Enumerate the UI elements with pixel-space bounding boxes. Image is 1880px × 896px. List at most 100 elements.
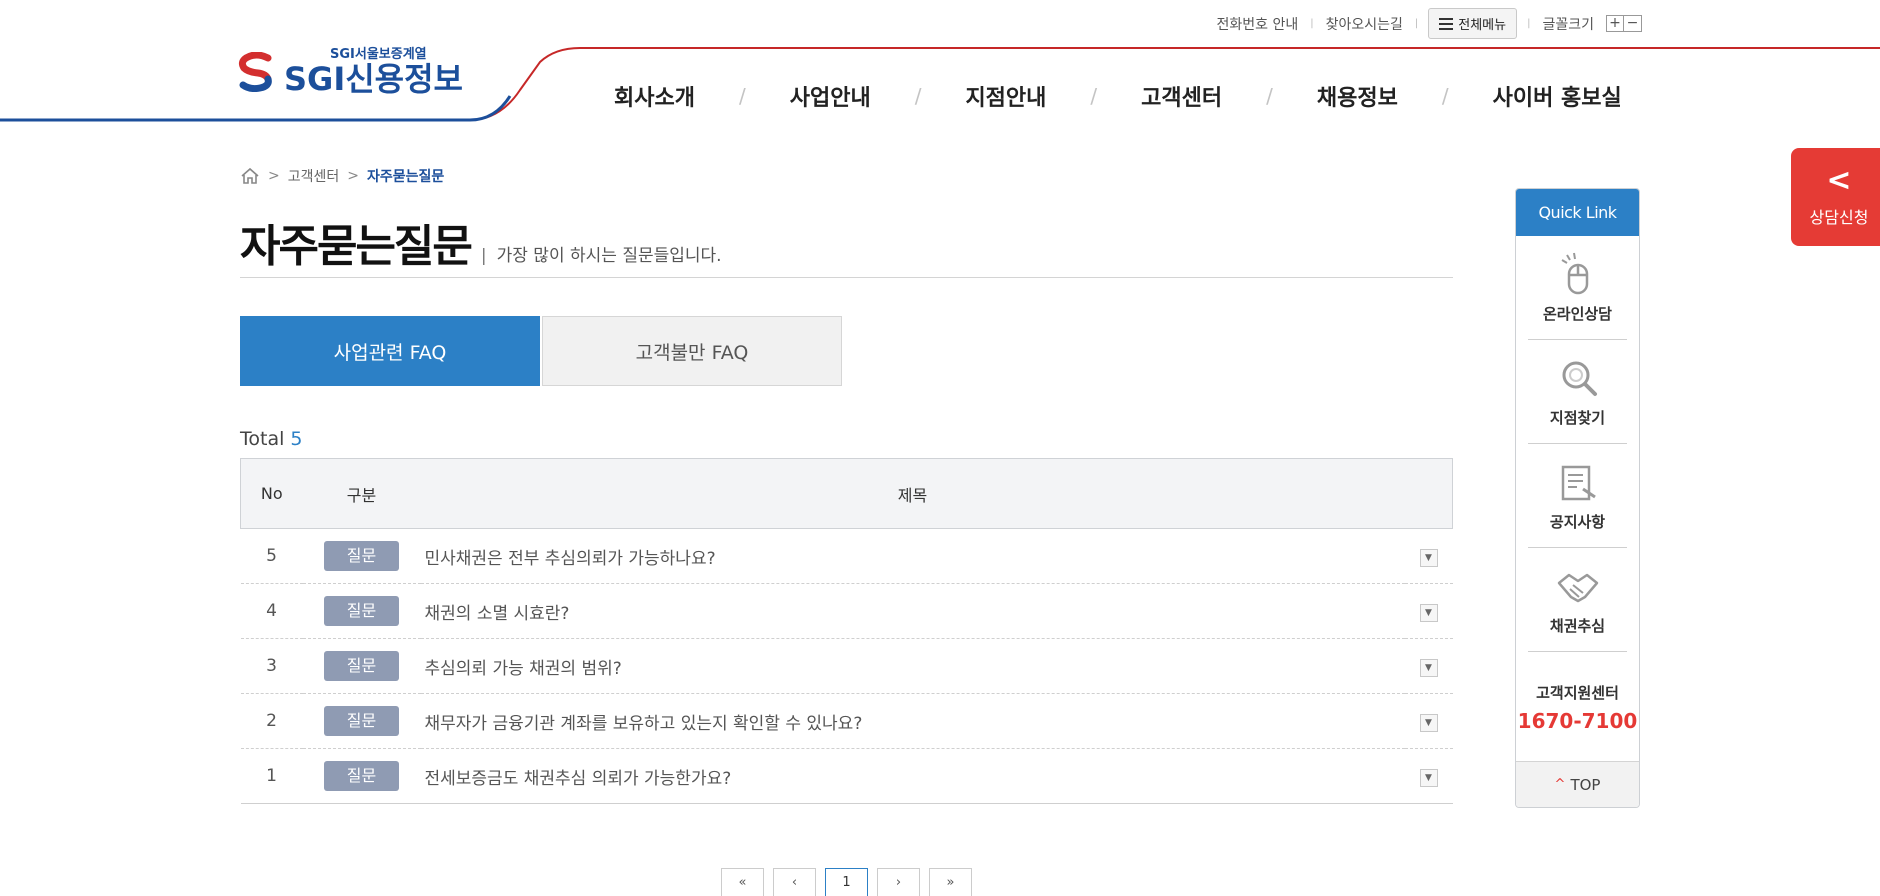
nav-separator: / — [738, 84, 746, 108]
row-title[interactable]: 추심의뢰 가능 채권의 범위? — [420, 638, 1405, 694]
magnifier-icon — [1562, 361, 1597, 396]
tab-business-faq[interactable]: 사업관련 FAQ — [240, 316, 540, 386]
hamburger-icon — [1439, 17, 1454, 30]
all-menu-label: 전체메뉴 — [1458, 18, 1507, 33]
category-badge: 질문 — [324, 541, 399, 571]
logo-main-text: 신용정보 — [345, 60, 463, 98]
header-arrow — [1404, 458, 1453, 529]
quick-link-label: 지점찾기 — [1549, 409, 1606, 427]
sgi-logo-icon — [238, 51, 272, 92]
header-no: No — [240, 458, 303, 529]
directions-link[interactable]: 찾아오시는길 — [1314, 14, 1415, 34]
page-title: 자주묻는질문 — [240, 221, 473, 272]
header-title: 제목 — [420, 458, 1405, 529]
row-title[interactable]: 채무자가 금융기관 계좌를 보유하고 있는지 확인할 수 있나요? — [420, 693, 1405, 749]
nav-company[interactable]: 회사소개 — [614, 80, 695, 112]
breadcrumb-customer-center[interactable]: 고객센터 — [288, 166, 340, 186]
table-row[interactable]: 3 질문 추심의뢰 가능 채권의 범위? ▼ — [240, 638, 1453, 694]
row-no: 4 — [240, 583, 303, 639]
font-size-control: + − — [1606, 15, 1642, 32]
page-last-button[interactable]: » — [929, 868, 972, 896]
nav-separator: / — [914, 84, 922, 108]
scroll-top-button[interactable]: ^ TOP — [1516, 761, 1639, 807]
nav-pr-room[interactable]: 사이버 홍보실 — [1493, 80, 1622, 112]
nav-business[interactable]: 사업안내 — [790, 80, 871, 112]
mouse-icon — [1560, 252, 1588, 295]
quick-find-branch[interactable]: 지점찾기 — [1528, 340, 1627, 444]
nav-separator: / — [1266, 84, 1273, 108]
title-divider: | — [480, 246, 487, 266]
page-header: 자주묻는질문 | 가장 많이 하시는 질문들입니다. — [240, 210, 1453, 278]
faq-tabs: 사업관련 FAQ 고객불만 FAQ — [240, 316, 842, 386]
top-label: TOP — [1570, 775, 1601, 794]
faq-table: No 구분 제목 5 질문 민사채권은 전부 추심의뢰가 가능하나요? ▼ 4 … — [240, 458, 1453, 804]
expand-arrow-icon[interactable]: ▼ — [1419, 659, 1438, 677]
category-badge: 질문 — [324, 706, 399, 736]
site-logo[interactable]: SGI서울보증계열 SGI신용정보 — [238, 48, 463, 95]
font-size-label: 글꼴크기 — [1542, 16, 1594, 33]
total-count: Total 5 — [240, 428, 303, 450]
logo-title: SGI신용정보 — [284, 63, 463, 95]
main-navigation: 회사소개 / 사업안내 / 지점안내 / 고객센터 / 채용정보 / 사이버 홍… — [614, 80, 1622, 112]
phone-info-link[interactable]: 전화번호 안내 — [1204, 14, 1310, 34]
table-row[interactable]: 2 질문 채무자가 금융기관 계좌를 보유하고 있는지 확인할 수 있나요? ▼ — [240, 693, 1453, 749]
logo-sgi: SGI — [284, 60, 346, 98]
page-next-button[interactable]: › — [877, 868, 920, 896]
row-no: 1 — [240, 748, 303, 804]
row-no: 2 — [240, 693, 303, 749]
consult-label: 상담신청 — [1809, 208, 1869, 227]
home-icon[interactable] — [240, 167, 260, 185]
support-center-label: 고객지원센터 — [1536, 683, 1619, 702]
tab-complaint-faq[interactable]: 고객불만 FAQ — [542, 316, 842, 386]
header-category: 구분 — [302, 458, 421, 529]
utility-bar: 전화번호 안내 | 찾아오시는길 | 전체메뉴 | 글꼴크기 + − — [1204, 8, 1642, 39]
total-number: 5 — [290, 428, 303, 450]
page-number-current[interactable]: 1 — [825, 868, 868, 896]
quick-debt-collection[interactable]: 채권추심 — [1528, 548, 1627, 652]
page-description: 가장 많이 하시는 질문들입니다. — [496, 246, 722, 266]
row-title[interactable]: 전세보증금도 채권추심 의뢰가 가능한가요? — [420, 748, 1405, 804]
customer-support-center: 고객지원센터 1670-7100 — [1516, 652, 1639, 762]
row-no: 3 — [240, 638, 303, 694]
quick-link-label: 온라인상담 — [1542, 305, 1612, 323]
page-first-button[interactable]: « — [721, 868, 764, 896]
category-badge: 질문 — [324, 596, 399, 626]
quick-link-panel: Quick Link 온라인상담 지점찾기 공지사항 채권추심 고객지원센터 1… — [1515, 188, 1640, 808]
quick-link-title: Quick Link — [1516, 189, 1639, 236]
support-center-phone: 1670-7100 — [1517, 708, 1638, 733]
table-row[interactable]: 1 질문 전세보증금도 채권추심 의뢰가 가능한가요? ▼ — [240, 748, 1453, 804]
pagination: « ‹ 1 › » — [721, 868, 972, 896]
expand-arrow-icon[interactable]: ▼ — [1419, 549, 1438, 567]
page-prev-button[interactable]: ‹ — [773, 868, 816, 896]
row-title[interactable]: 민사채권은 전부 추심의뢰가 가능하나요? — [420, 528, 1405, 584]
breadcrumb-separator: > — [347, 168, 359, 184]
table-row[interactable]: 4 질문 채권의 소멸 시효란? ▼ — [240, 583, 1453, 639]
chevron-left-icon: < — [1826, 163, 1852, 198]
expand-arrow-icon[interactable]: ▼ — [1419, 604, 1438, 622]
table-row[interactable]: 5 질문 민사채권은 전부 추심의뢰가 가능하나요? ▼ — [240, 528, 1453, 584]
nav-customer-center[interactable]: 고객센터 — [1141, 80, 1222, 112]
expand-arrow-icon[interactable]: ▼ — [1419, 769, 1438, 787]
nav-branches[interactable]: 지점안내 — [965, 80, 1046, 112]
quick-online-consult[interactable]: 온라인상담 — [1528, 236, 1627, 340]
category-badge: 질문 — [324, 651, 399, 681]
breadcrumb: > 고객센터 > 자주묻는질문 — [240, 166, 444, 186]
page-description-wrap: | 가장 많이 하시는 질문들입니다. — [481, 241, 722, 266]
nav-careers[interactable]: 채용정보 — [1317, 80, 1398, 112]
font-plus-button[interactable]: + — [1606, 15, 1624, 32]
expand-arrow-icon[interactable]: ▼ — [1419, 714, 1438, 732]
nav-separator: / — [1090, 84, 1098, 108]
consult-request-button[interactable]: < 상담신청 — [1791, 148, 1880, 246]
quick-link-label: 채권추심 — [1549, 617, 1606, 635]
quick-notice[interactable]: 공지사항 — [1528, 444, 1627, 548]
util-separator: | — [1414, 18, 1419, 29]
handshake-icon — [1557, 573, 1598, 603]
total-label: Total — [240, 428, 285, 450]
all-menu-button[interactable]: 전체메뉴 — [1428, 8, 1518, 39]
row-title[interactable]: 채권의 소멸 시효란? — [420, 583, 1405, 639]
notice-document-icon — [1561, 465, 1596, 501]
font-minus-button[interactable]: − — [1624, 15, 1642, 32]
breadcrumb-separator: > — [268, 168, 280, 184]
category-badge: 질문 — [324, 761, 399, 791]
chevron-up-icon: ^ — [1554, 777, 1566, 792]
